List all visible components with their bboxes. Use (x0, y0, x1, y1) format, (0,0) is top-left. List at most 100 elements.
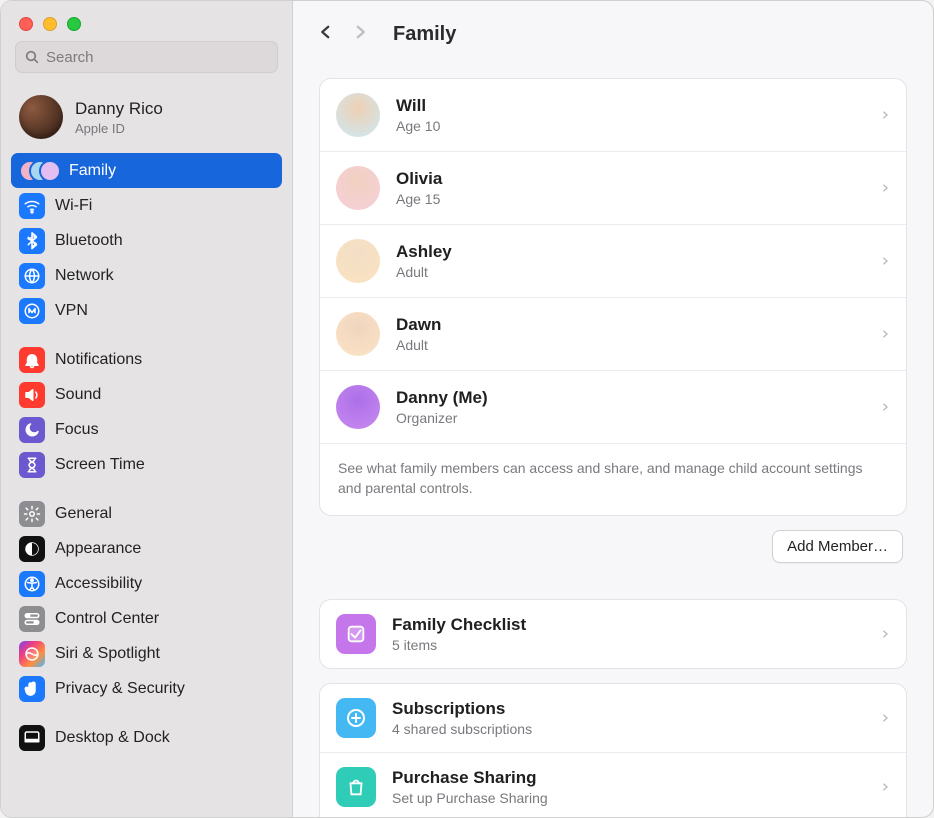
members-footnote: See what family members can access and s… (320, 443, 906, 515)
sidebar-item-label: General (55, 505, 112, 523)
close-window-button[interactable] (19, 17, 33, 31)
controlcenter-icon (19, 606, 45, 632)
toolbar: Family (293, 1, 933, 64)
member-avatar (336, 312, 380, 356)
family-member-row[interactable]: Danny (Me)Organizer (320, 370, 906, 443)
sidebar-item-label: Desktop & Dock (55, 729, 170, 747)
member-avatar (336, 385, 380, 429)
desktopdock-icon (19, 725, 45, 751)
vpn-icon (19, 298, 45, 324)
forward-button[interactable] (351, 21, 369, 48)
focus-icon (19, 417, 45, 443)
chevron-right-icon (880, 326, 890, 342)
sidebar-item-privacy[interactable]: Privacy & Security (11, 671, 282, 706)
sidebar-item-label: Network (55, 267, 114, 285)
sidebar-item-screentime[interactable]: Screen Time (11, 447, 282, 482)
sidebar-item-label: Screen Time (55, 456, 145, 474)
family-member-row[interactable]: OliviaAge 15 (320, 151, 906, 224)
sidebar-item-label: Siri & Spotlight (55, 645, 160, 663)
search-placeholder: Search (46, 49, 94, 66)
screentime-icon (19, 452, 45, 478)
section-sub: Set up Purchase Sharing (392, 790, 548, 806)
sidebar-item-label: Notifications (55, 351, 142, 369)
family-member-row[interactable]: DawnAdult (320, 297, 906, 370)
siri-icon (19, 641, 45, 667)
sidebar-item-network[interactable]: Network (11, 258, 282, 293)
sidebar-item-wifi[interactable]: Wi-Fi (11, 188, 282, 223)
chevron-right-icon (880, 180, 890, 196)
member-sub: Adult (396, 264, 452, 280)
sidebar-item-label: Accessibility (55, 575, 142, 593)
sidebar-nav: Family Wi-Fi Bluetooth Network VPN Notificat… (1, 151, 292, 817)
minimize-window-button[interactable] (43, 17, 57, 31)
member-sub: Adult (396, 337, 441, 353)
sidebar-item-label: Bluetooth (55, 232, 123, 250)
sidebar: Search Danny Rico Apple ID Family Wi-Fi B… (1, 1, 293, 817)
general-icon (19, 501, 45, 527)
add-member-button[interactable]: Add Member… (772, 530, 903, 563)
sidebar-item-bluetooth[interactable]: Bluetooth (11, 223, 282, 258)
privacy-icon (19, 676, 45, 702)
search-icon (24, 49, 40, 65)
sidebar-item-label: VPN (55, 302, 88, 320)
member-sub: Age 10 (396, 118, 440, 134)
checklist-icon (336, 614, 376, 654)
sidebar-item-accessibility[interactable]: Accessibility (11, 566, 282, 601)
family-checklist-card: Family Checklist 5 items (319, 599, 907, 669)
section-purchase[interactable]: Purchase Sharing Set up Purchase Sharing (320, 752, 906, 817)
main-panel: Family Will Age 10 OliviaAge 15 Ashley Adult… (293, 1, 933, 817)
chevron-right-icon (880, 107, 890, 123)
sidebar-item-label: Sound (55, 386, 101, 404)
member-avatar (336, 239, 380, 283)
sidebar-item-label: Focus (55, 421, 99, 439)
section-title: Subscriptions (392, 699, 532, 719)
family-member-row[interactable]: Ashley Adult (320, 224, 906, 297)
member-name: Will (396, 96, 440, 116)
window-controls (1, 11, 292, 41)
checklist-sub: 5 items (392, 637, 526, 653)
search-input[interactable]: Search (15, 41, 278, 73)
member-sub: Organizer (396, 410, 488, 426)
sidebar-item-focus[interactable]: Focus (11, 412, 282, 447)
sidebar-item-appearance[interactable]: Appearance (11, 531, 282, 566)
sidebar-item-notifications[interactable]: Notifications (11, 342, 282, 377)
page-title: Family (393, 23, 456, 46)
sidebar-item-general[interactable]: General (11, 496, 282, 531)
member-name: Ashley (396, 242, 452, 262)
sidebar-item-label: Privacy & Security (55, 680, 185, 698)
family-avatars-icon (19, 158, 59, 184)
sidebar-item-sound[interactable]: Sound (11, 377, 282, 412)
chevron-right-icon (880, 626, 890, 642)
back-button[interactable] (317, 21, 335, 48)
sharing-sections-card: Subscriptions 4 shared subscriptions Purch… (319, 683, 907, 817)
sidebar-item-label: Wi-Fi (55, 197, 92, 215)
account-sub: Apple ID (75, 121, 163, 136)
bluetooth-icon (19, 228, 45, 254)
network-icon (19, 263, 45, 289)
chevron-right-icon (880, 253, 890, 269)
chevron-right-icon (880, 779, 890, 795)
member-name: Olivia (396, 169, 442, 189)
sidebar-item-family[interactable]: Family (11, 153, 282, 188)
maximize-window-button[interactable] (67, 17, 81, 31)
family-members-card: WillAge 10OliviaAge 15AshleyAdultDawnAdu… (319, 78, 907, 516)
chevron-right-icon (880, 399, 890, 415)
section-title: Purchase Sharing (392, 768, 548, 788)
family-checklist-row[interactable]: Family Checklist 5 items (320, 600, 906, 668)
sidebar-item-controlcenter[interactable]: Control Center (11, 601, 282, 636)
section-sub: 4 shared subscriptions (392, 721, 532, 737)
member-avatar (336, 93, 380, 137)
member-avatar (336, 166, 380, 210)
notifications-icon (19, 347, 45, 373)
sound-icon (19, 382, 45, 408)
sidebar-item-label: Control Center (55, 610, 159, 628)
sidebar-item-desktopdock[interactable]: Desktop & Dock (11, 720, 282, 755)
user-avatar (19, 95, 63, 139)
accessibility-icon (19, 571, 45, 597)
sidebar-item-apple-id[interactable]: Danny Rico Apple ID (1, 85, 292, 151)
purchase-icon (336, 767, 376, 807)
sidebar-item-vpn[interactable]: VPN (11, 293, 282, 328)
sidebar-item-siri[interactable]: Siri & Spotlight (11, 636, 282, 671)
section-subscriptions[interactable]: Subscriptions 4 shared subscriptions (320, 684, 906, 752)
family-member-row[interactable]: Will Age 10 (320, 79, 906, 151)
